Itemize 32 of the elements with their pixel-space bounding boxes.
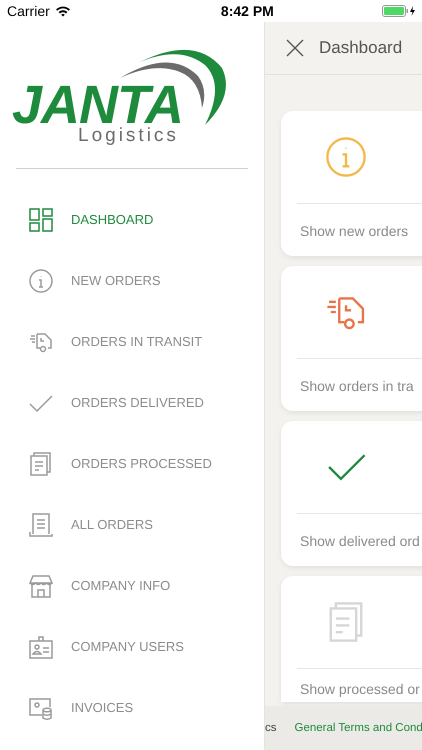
menu-item[interactable]: DASHBOARD <box>0 189 264 250</box>
store-icon <box>28 572 54 598</box>
documents-icon <box>28 450 54 476</box>
card-label: Show orders in tra <box>300 378 415 394</box>
info-icon <box>28 268 54 294</box>
footer-link[interactable]: General Terms and Cond <box>294 722 422 734</box>
menu-item[interactable]: ORDERS PROCESSED <box>0 433 264 494</box>
footer-link[interactable]: cs <box>265 722 276 734</box>
dashboard-card[interactable]: Show delivered ord <box>281 421 422 566</box>
dashboard-card[interactable]: Show new orders <box>281 111 422 256</box>
menu-item[interactable]: COMPANY INFO <box>0 555 264 616</box>
menu-item[interactable]: ALL ORDERS <box>0 494 264 555</box>
menu-item[interactable]: INVOICES <box>0 677 264 738</box>
menu-item[interactable]: COMPANY USERS <box>0 616 264 677</box>
menu-item[interactable]: NEW ORDERS <box>0 250 264 311</box>
header-title: Dashboard <box>319 38 402 58</box>
card-label: Show processed or <box>300 681 421 697</box>
wifi-icon <box>54 5 71 17</box>
close-icon[interactable] <box>285 38 305 58</box>
logo: JANTA Logistics <box>12 34 232 144</box>
grid-icon <box>28 206 54 232</box>
battery-icon <box>382 5 416 17</box>
menu-item[interactable]: ORDERS IN TRANSIT <box>0 311 264 372</box>
card-label: Show delivered ord <box>300 533 421 549</box>
carrier-label: Carrier <box>7 3 50 19</box>
id-card-icon <box>28 634 54 660</box>
document-icon <box>28 512 54 538</box>
card-label: Show new orders <box>300 223 410 239</box>
dashboard-card[interactable]: Show orders in tra <box>281 266 422 411</box>
dashboard-card[interactable]: Show processed or <box>281 576 422 702</box>
clock-time: 8:42 PM <box>220 3 274 19</box>
menu-item[interactable]: ORDERS DELIVERED <box>0 372 264 433</box>
